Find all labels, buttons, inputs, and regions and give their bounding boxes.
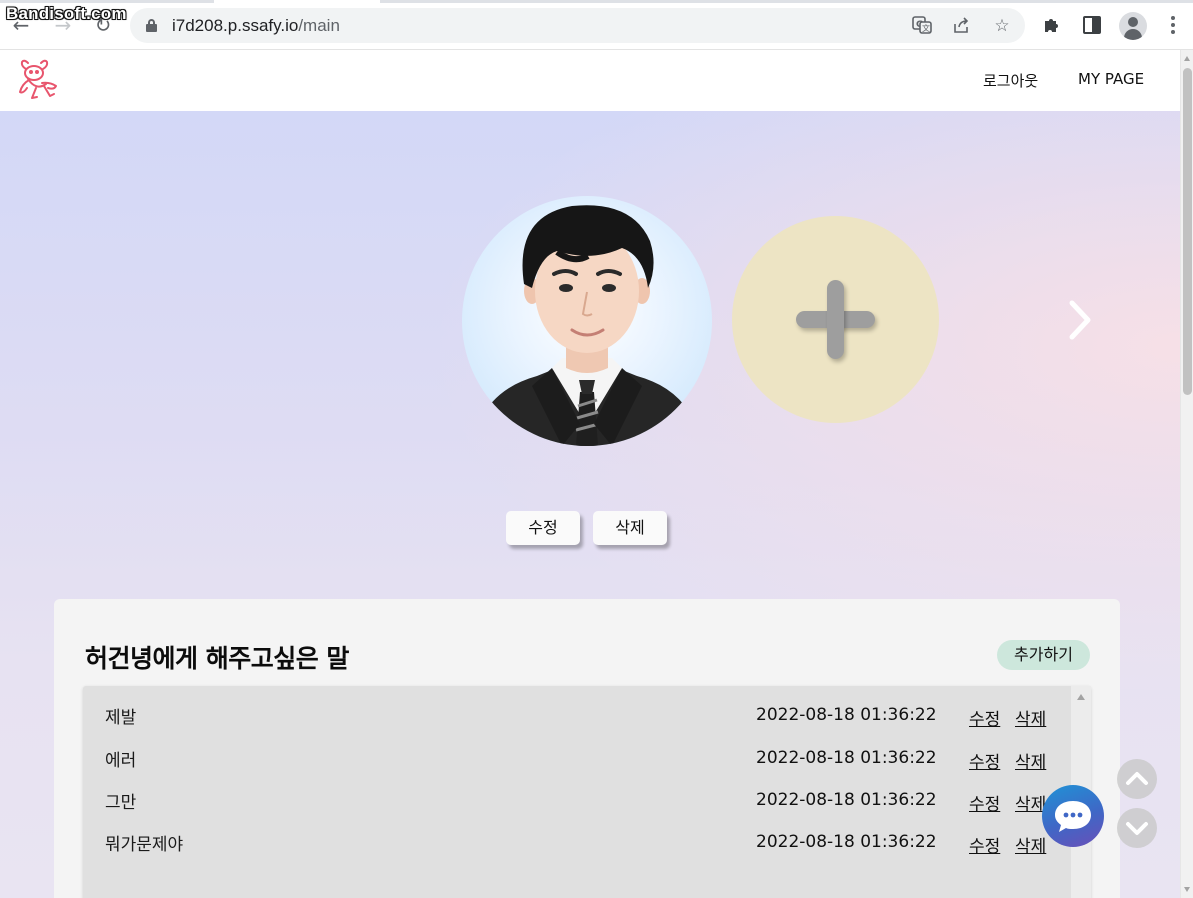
message-text: 뭐가문제야 xyxy=(105,835,184,855)
list-item: 그만 2022-08-18 01:36:22 수정 삭제 xyxy=(83,781,1071,823)
scroll-up-arrow-icon[interactable] xyxy=(1184,56,1190,61)
photo-delete-button[interactable]: 삭제 xyxy=(593,511,667,545)
url-path: /main xyxy=(298,16,340,35)
messages-card: 허건녕에게 해주고싶은 말 추가하기 제발 2022-08-18 01:36:2… xyxy=(54,599,1120,898)
message-text: 그만 xyxy=(105,793,137,813)
active-tab[interactable] xyxy=(214,0,380,3)
page-scrollbar[interactable] xyxy=(1180,50,1193,898)
logo-icon[interactable] xyxy=(16,58,60,100)
list-item: 뭐가문제야 2022-08-18 01:36:22 수정 삭제 xyxy=(83,823,1071,865)
scroll-top-chevron-up-icon[interactable] xyxy=(1117,759,1157,799)
add-photo-button[interactable] xyxy=(732,216,939,423)
watermark: Bandisoft.com xyxy=(6,4,127,23)
message-edit-link[interactable]: 수정 xyxy=(969,705,1000,730)
scroll-bottom-chevron-down-icon[interactable] xyxy=(1117,808,1157,848)
message-text: 제발 xyxy=(105,708,137,728)
lock-icon xyxy=(146,19,157,32)
extensions-puzzle-icon[interactable] xyxy=(1042,15,1062,35)
message-delete-link[interactable]: 삭제 xyxy=(1015,705,1046,730)
url-text[interactable]: i7d208.p.ssafy.io/main xyxy=(172,16,340,36)
logout-link[interactable]: 로그아웃 xyxy=(983,70,1038,91)
main-content: 수정 삭제 허건녕에게 해주고싶은 말 추가하기 제발 2022-08-18 0… xyxy=(0,111,1180,898)
plus-icon-vertical xyxy=(827,280,844,359)
message-text: 에러 xyxy=(105,751,137,771)
photo-edit-button[interactable]: 수정 xyxy=(506,511,580,545)
profile-avatar-icon[interactable] xyxy=(1119,12,1147,40)
messages-title: 허건녕에게 해주고싶은 말 xyxy=(85,644,349,673)
share-icon[interactable] xyxy=(951,15,973,37)
site-header: 로그아웃 MY PAGE xyxy=(0,50,1180,111)
message-delete-link[interactable]: 삭제 xyxy=(1015,748,1046,773)
browser-toolbar: Bandisoft.com ← → ↻ i7d208.p.ssafy.io/ma… xyxy=(0,0,1193,50)
add-message-button[interactable]: 추가하기 xyxy=(997,640,1090,670)
list-item: 제발 2022-08-18 01:36:22 수정 삭제 xyxy=(83,696,1071,738)
scroll-down-arrow-icon[interactable] xyxy=(1184,887,1190,892)
message-edit-link[interactable]: 수정 xyxy=(969,790,1000,815)
tab-strip xyxy=(0,0,1193,3)
messages-list[interactable]: 제발 2022-08-18 01:36:22 수정 삭제 에러 2022-08-… xyxy=(83,686,1091,898)
translate-icon[interactable]: G文 xyxy=(911,15,933,37)
mypage-link[interactable]: MY PAGE xyxy=(1078,70,1144,88)
side-panel-icon[interactable] xyxy=(1083,16,1101,34)
browser-menu-icon[interactable] xyxy=(1163,14,1183,36)
message-edit-link[interactable]: 수정 xyxy=(969,832,1000,857)
scrollbar-thumb[interactable] xyxy=(1183,68,1192,395)
message-date: 2022-08-18 01:36:22 xyxy=(756,832,937,852)
message-date: 2022-08-18 01:36:22 xyxy=(756,790,937,810)
message-edit-link[interactable]: 수정 xyxy=(969,748,1000,773)
list-item: 에러 2022-08-18 01:36:22 수정 삭제 xyxy=(83,739,1071,781)
svg-text:文: 文 xyxy=(922,23,930,33)
message-date: 2022-08-18 01:36:22 xyxy=(756,748,937,768)
chat-bubble-icon[interactable] xyxy=(1042,785,1104,847)
message-date: 2022-08-18 01:36:22 xyxy=(756,705,937,725)
bookmark-star-icon[interactable]: ☆ xyxy=(991,15,1013,37)
list-scroll-up-icon[interactable] xyxy=(1077,694,1085,700)
address-bar[interactable]: i7d208.p.ssafy.io/main G文 ☆ xyxy=(130,8,1025,43)
url-host: i7d208.p.ssafy.io xyxy=(172,16,299,35)
carousel-next-chevron-icon[interactable] xyxy=(1062,297,1096,343)
profile-photo[interactable] xyxy=(462,196,712,446)
